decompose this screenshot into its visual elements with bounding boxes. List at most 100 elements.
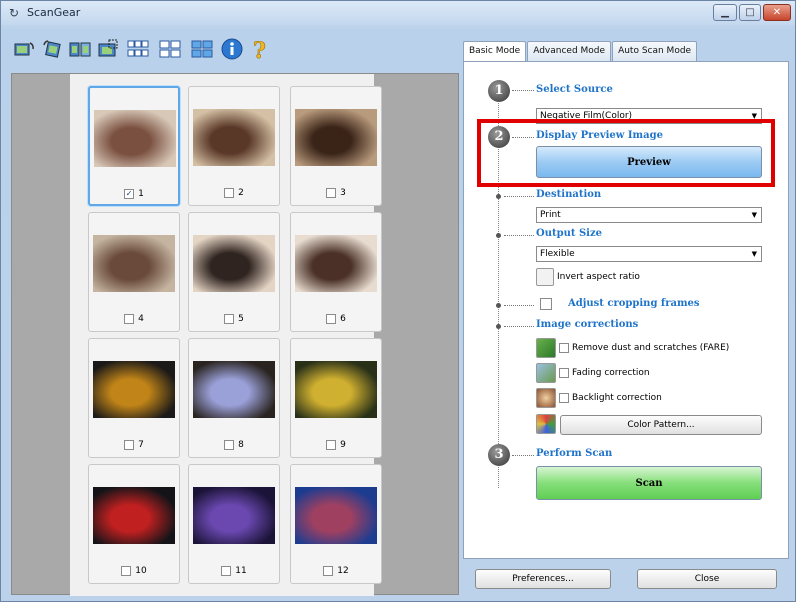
frame-image[interactable] [295, 487, 377, 544]
film-frame[interactable]: 8 [188, 338, 280, 458]
frame-checkbox[interactable] [323, 566, 334, 576]
cropping-bullet [496, 303, 501, 308]
title-bar: ↻ ScanGear ▁ □ ✕ [1, 1, 795, 25]
frame-image[interactable] [93, 361, 175, 418]
backlight-option[interactable]: Backlight correction [536, 388, 662, 408]
maximize-icon: □ [745, 7, 755, 18]
fare-checkbox[interactable] [559, 343, 569, 353]
frame-number: 8 [238, 440, 244, 450]
step-1-number: 1 [488, 80, 510, 102]
select-source-title: Select Source [536, 84, 613, 95]
frame-checkbox[interactable] [224, 188, 235, 198]
frame-checkbox[interactable] [124, 314, 135, 324]
adjust-cropping-label[interactable]: Adjust cropping frames [568, 298, 700, 309]
maximize-button[interactable]: □ [739, 4, 761, 21]
destination-select[interactable]: Print ▼ [536, 207, 762, 223]
frame-checkbox[interactable] [221, 566, 232, 576]
rotate-right-icon [43, 40, 61, 58]
frame-caption: 5 [189, 314, 279, 324]
fading-checkbox[interactable] [559, 368, 569, 378]
film-frame[interactable]: 6 [290, 212, 382, 332]
film-frame[interactable]: 9 [290, 338, 382, 458]
frame-checkbox[interactable] [326, 314, 337, 324]
medium-thumbnails-button[interactable] [155, 35, 185, 63]
frame-caption: 6 [291, 314, 381, 324]
mirror-button[interactable] [67, 35, 93, 63]
preferences-button[interactable]: Preferences... [475, 569, 611, 589]
film-frame[interactable]: 2 [188, 86, 280, 206]
close-window-button[interactable]: ✕ [763, 4, 791, 21]
frame-caption: 10 [89, 566, 179, 576]
frame-image[interactable] [295, 361, 377, 418]
output-size-select[interactable]: Flexible ▼ [536, 246, 762, 262]
scan-button[interactable]: Scan [536, 466, 762, 500]
step-1-leader [512, 90, 534, 91]
close-button[interactable]: Close [637, 569, 777, 589]
frame-image[interactable] [193, 487, 275, 544]
rotate-right-button[interactable] [39, 35, 65, 63]
film-frame[interactable]: 10 [88, 464, 180, 584]
backlight-correction-icon [536, 388, 556, 408]
frame-checkbox[interactable] [326, 188, 337, 198]
fading-option[interactable]: Fading correction [536, 363, 650, 383]
frame-checkbox[interactable] [124, 440, 135, 450]
film-frame[interactable]: 12 [290, 464, 382, 584]
minimize-button[interactable]: ▁ [713, 4, 737, 21]
frame-image[interactable] [193, 235, 275, 292]
adjust-cropping-checkbox[interactable] [540, 298, 552, 310]
help-button[interactable]: ? [247, 35, 273, 63]
film-frame[interactable]: 4 [88, 212, 180, 332]
frame-checkbox[interactable] [224, 314, 235, 324]
tab-auto-scan-mode[interactable]: Auto Scan Mode [612, 41, 698, 61]
fare-label: Remove dust and scratches (FARE) [572, 343, 730, 353]
rotate-left-button[interactable] [11, 35, 37, 63]
frame-image[interactable] [193, 109, 275, 166]
large-thumbnails-icon [191, 40, 213, 58]
frame-image[interactable] [193, 361, 275, 418]
film-frame[interactable]: 5 [188, 212, 280, 332]
invert-aspect-ratio-icon[interactable] [536, 268, 554, 286]
frame-number: 12 [337, 566, 349, 576]
invert-aspect-ratio-option[interactable]: Invert aspect ratio [536, 268, 640, 286]
frame-caption: 4 [89, 314, 179, 324]
frame-image[interactable] [93, 487, 175, 544]
frame-number: 9 [340, 440, 346, 450]
frame-checkbox[interactable] [121, 566, 132, 576]
film-frame[interactable]: 3 [290, 86, 382, 206]
tab-advanced-mode[interactable]: Advanced Mode [527, 41, 612, 61]
medium-thumbnails-icon [159, 40, 181, 58]
frame-checkbox[interactable]: ✓ [124, 189, 135, 199]
frame-number: 6 [340, 314, 346, 324]
frame-image[interactable] [295, 235, 377, 292]
destination-bullet [496, 194, 501, 199]
frame-checkbox[interactable] [326, 440, 337, 450]
backlight-checkbox[interactable] [559, 393, 569, 403]
invert-aspect-ratio-label: Invert aspect ratio [557, 272, 640, 282]
frame-caption: 9 [291, 440, 381, 450]
info-button[interactable] [219, 35, 245, 63]
small-thumbnails-button[interactable] [123, 35, 153, 63]
small-thumbnails-icon [127, 40, 149, 57]
window-title: ScanGear [27, 6, 81, 19]
film-frame[interactable]: 7 [88, 338, 180, 458]
frame-caption: 11 [189, 566, 279, 576]
help-icon: ? [253, 38, 266, 61]
crop-button[interactable] [95, 35, 121, 63]
frame-checkbox[interactable] [224, 440, 235, 450]
frame-number: 2 [238, 188, 244, 198]
frame-image[interactable] [93, 235, 175, 292]
frame-image[interactable] [94, 110, 176, 167]
minimize-icon: ▁ [721, 7, 729, 18]
fare-option[interactable]: Remove dust and scratches (FARE) [536, 338, 729, 358]
film-frame[interactable]: ✓ 1 [88, 86, 180, 206]
output-size-leader [504, 235, 534, 236]
film-frame[interactable]: 11 [188, 464, 280, 584]
tab-basic-mode[interactable]: Basic Mode [463, 41, 527, 62]
thumbnail-area: ✓ 1 2 3 4 5 6 7 8 9 10 11 12 [70, 74, 382, 596]
large-thumbnails-button[interactable] [187, 35, 217, 63]
frame-caption: 2 [189, 188, 279, 198]
color-pattern-button[interactable]: Color Pattern... [560, 415, 762, 435]
frame-image[interactable] [295, 109, 377, 166]
perform-scan-title: Perform Scan [536, 448, 613, 459]
chevron-down-icon: ▼ [751, 250, 757, 258]
